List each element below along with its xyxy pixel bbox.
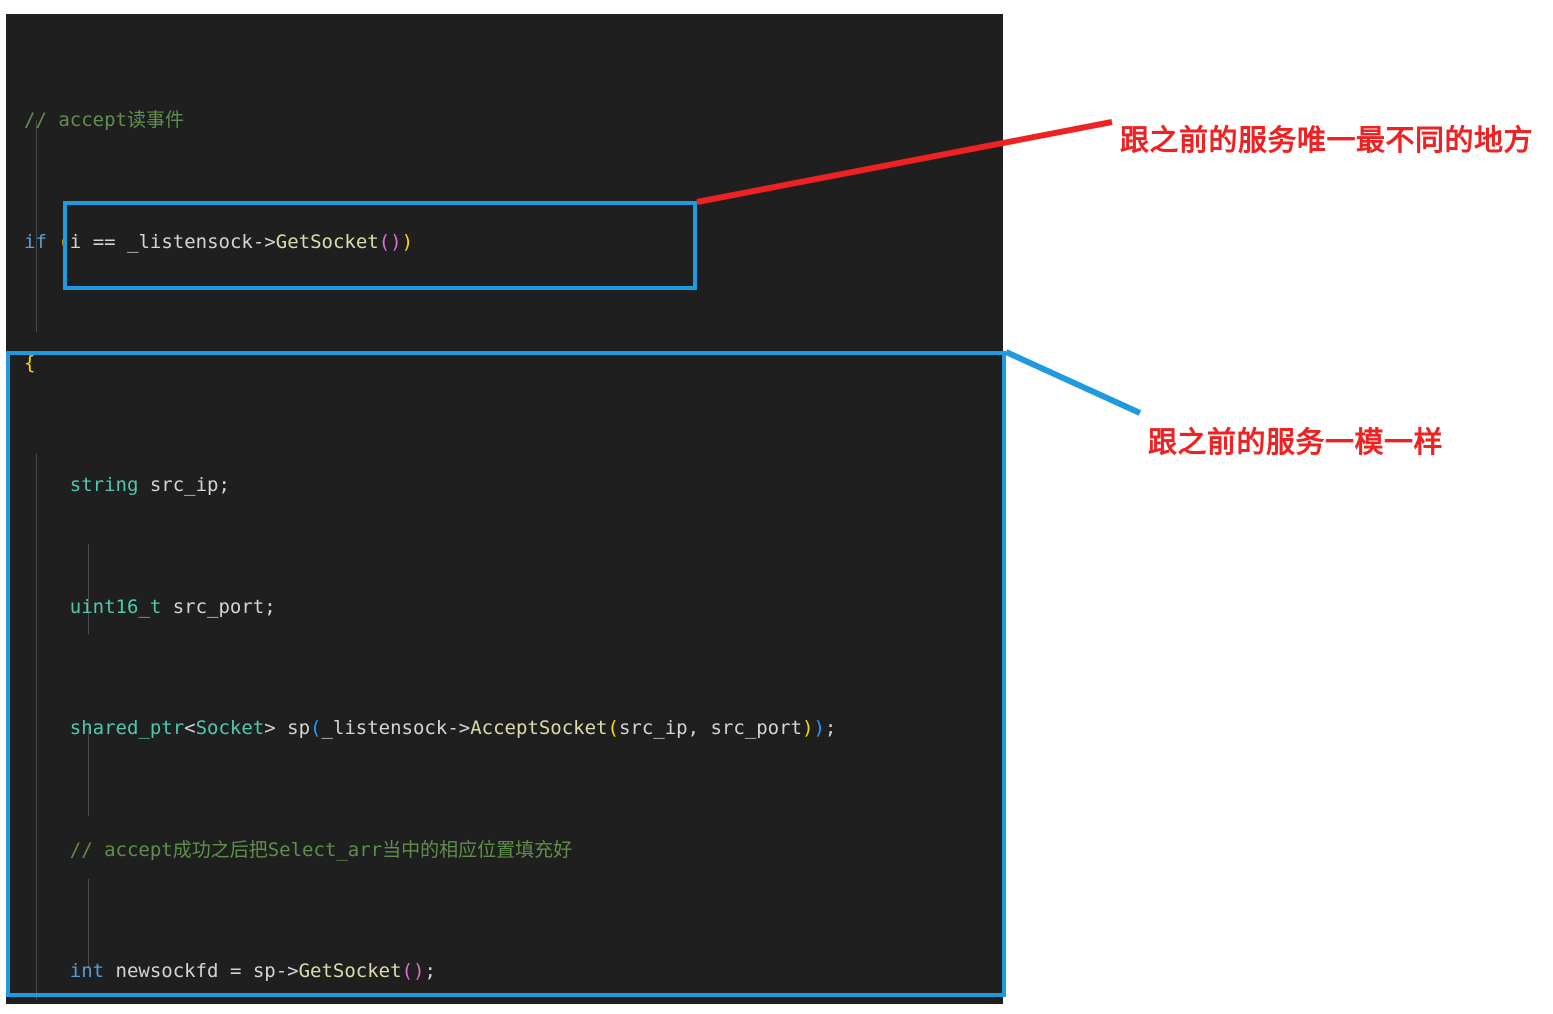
code-line: uint16_t src_port;: [69, 595, 276, 618]
blue-connector-line: [1004, 349, 1142, 416]
callout-accept-diff: 跟之前的服务唯一最不同的地方: [1120, 123, 1534, 157]
code-content[interactable]: // accept读事件 if (i == _listensock->GetSo…: [6, 14, 1003, 1004]
code-line: {: [24, 352, 36, 375]
callout-same-as-before: 跟之前的服务一模一样: [1148, 425, 1444, 459]
code-line: string src_ip;: [69, 474, 230, 497]
code-line: int newsockfd = sp->GetSocket();: [69, 960, 436, 983]
code-editor-panel[interactable]: // accept读事件 if (i == _listensock->GetSo…: [6, 14, 1003, 1004]
code-line: shared_ptr<Socket> sp(_listensock->Accep…: [69, 717, 837, 740]
code-line: if (i == _listensock->GetSocket()): [24, 230, 414, 253]
code-line: // accept读事件: [24, 109, 184, 132]
code-line: // accept成功之后把Select_arr当中的相应位置填充好: [69, 838, 573, 861]
